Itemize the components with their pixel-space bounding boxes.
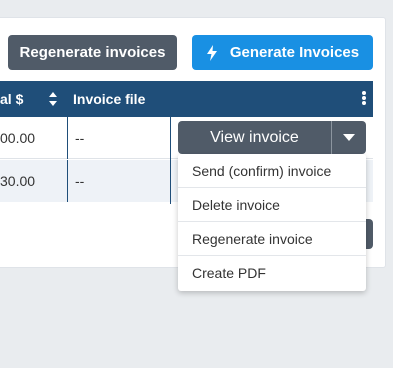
menu-item-regenerate-invoice[interactable]: Regenerate invoice (178, 222, 366, 256)
menu-item-label: Send (confirm) invoice (192, 162, 332, 179)
menu-item-create-pdf[interactable]: Create PDF (178, 256, 366, 290)
regenerate-invoices-button[interactable]: Regenerate invoices (8, 35, 177, 70)
regenerate-invoices-label: Regenerate invoices (19, 44, 166, 61)
column-header-total-label: al $ (0, 91, 24, 107)
menu-item-delete-invoice[interactable]: Delete invoice (178, 188, 366, 222)
cell-invoice-file-value: -- (75, 130, 85, 146)
menu-item-label: Create PDF (192, 265, 266, 281)
lightning-bolt-icon (206, 44, 217, 61)
sort-icon[interactable] (49, 92, 57, 106)
cell-invoice-file: -- (75, 160, 84, 202)
table-header: al $ Invoice file (0, 81, 373, 117)
dropdown-toggle-button[interactable] (332, 121, 366, 154)
cell-total: 30.00 (0, 160, 68, 202)
view-invoice-label: View invoice (210, 128, 299, 146)
cell-total: 00.00 (0, 117, 68, 159)
partial-action-button[interactable] (365, 219, 373, 249)
cell-invoice-file-value: -- (75, 173, 85, 189)
cell-invoice-file: -- (75, 117, 84, 159)
cell-total-value: 30.00 (0, 173, 36, 189)
kebab-menu-icon[interactable] (361, 91, 367, 107)
generate-invoices-label: Generate Invoices (229, 44, 360, 61)
column-header-invoice-file-label: Invoice file (73, 91, 146, 107)
menu-item-send-invoice[interactable]: Send (confirm) invoice (178, 154, 366, 188)
view-invoice-button[interactable]: View invoice (178, 121, 332, 154)
menu-item-label: Delete invoice (192, 196, 280, 213)
cell-total-value: 00.00 (0, 130, 36, 146)
caret-down-icon (343, 134, 355, 141)
invoice-actions-menu: Send (confirm) invoice Delete invoice Re… (178, 154, 366, 291)
generate-invoices-button[interactable]: Generate Invoices (192, 35, 373, 70)
menu-item-label: Regenerate invoice (192, 230, 313, 247)
view-invoice-split-button: View invoice (178, 121, 366, 154)
column-divider (170, 117, 171, 204)
column-header-invoice-file: Invoice file (73, 81, 145, 117)
